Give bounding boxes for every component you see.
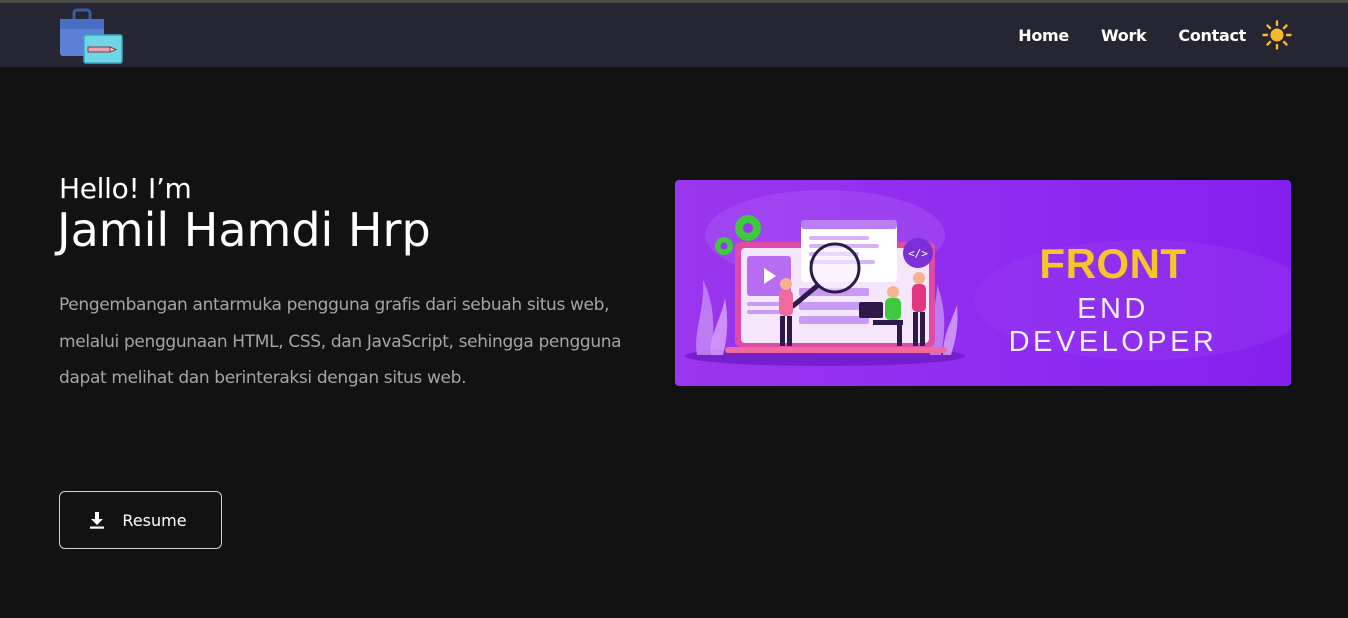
hero-name: Jamil Hamdi Hrp <box>57 203 431 257</box>
hero-greeting: Hello! I’m <box>59 172 192 205</box>
front-end-developer-banner: </> FRONT END DEVELOPER <box>675 180 1291 386</box>
nav-contact-link[interactable]: Contact <box>1178 26 1246 45</box>
briefcase-pencil-icon[interactable] <box>58 8 124 64</box>
nav-work-link[interactable]: Work <box>1101 26 1147 45</box>
resume-button[interactable]: Resume <box>59 491 222 549</box>
banner-subtitle: END DEVELOPER <box>1008 293 1218 358</box>
resume-label: Resume <box>122 510 187 530</box>
hero-description: Pengembangan antarmuka pengguna grafis d… <box>59 295 622 388</box>
download-icon <box>90 512 105 529</box>
nav-home-link[interactable]: Home <box>1018 26 1069 45</box>
nav-menu: Home Work Contact <box>1018 3 1292 67</box>
code-badge-text: </> <box>908 247 928 260</box>
sun-icon[interactable] <box>1262 20 1292 50</box>
navbar: Home Work Contact <box>0 3 1348 67</box>
